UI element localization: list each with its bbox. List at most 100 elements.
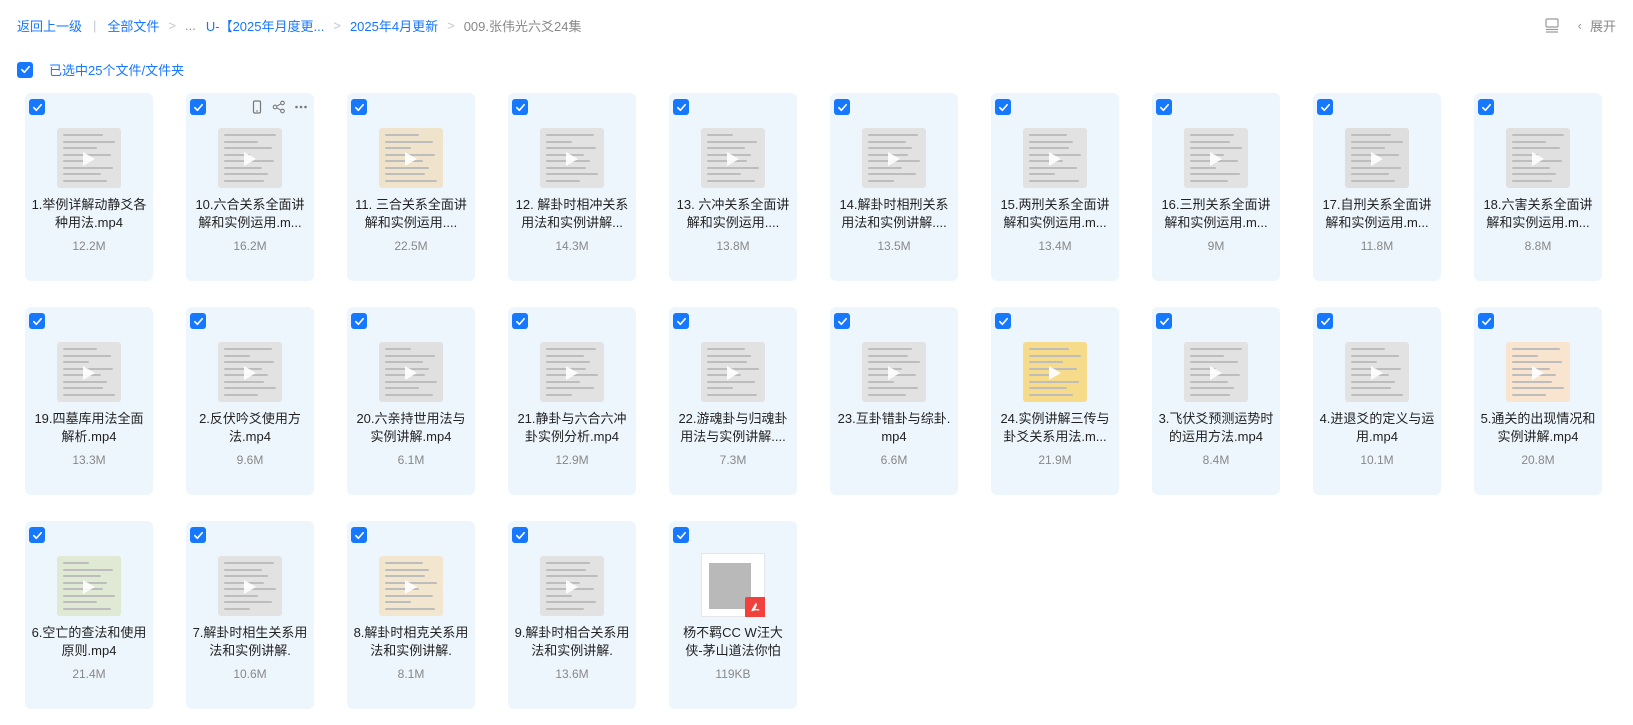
file-checkbox[interactable] — [190, 99, 206, 115]
back-link[interactable]: 返回上一级 — [17, 16, 82, 35]
play-icon — [1210, 366, 1222, 380]
file-checkbox[interactable] — [29, 527, 45, 543]
view-mode-icon[interactable] — [1544, 17, 1560, 33]
file-tile[interactable]: 14.解卦时相刑关系用法和实例讲解.... 13.5M — [830, 93, 958, 281]
file-tile[interactable]: 5.通关的出现情况和实例讲解.mp4 20.8M — [1474, 307, 1602, 495]
breadcrumb-ellipsis[interactable]: ... — [185, 18, 196, 33]
file-size: 22.5M — [394, 239, 428, 253]
file-tile[interactable]: 6.空亡的查法和使用原则.mp4 21.4M — [25, 521, 153, 709]
file-checkbox[interactable] — [1156, 99, 1172, 115]
file-tile[interactable]: 20.六亲持世用法与实例讲解.mp4 6.1M — [347, 307, 475, 495]
breadcrumb-current: 009.张伟光六爻24集 — [463, 18, 582, 34]
video-thumbnail — [1023, 128, 1087, 188]
file-name[interactable]: 21.静卦与六合六冲卦实例分析.mp4 — [514, 410, 630, 446]
play-icon — [1532, 152, 1544, 166]
video-thumbnail — [218, 128, 282, 188]
file-checkbox[interactable] — [834, 313, 850, 329]
file-checkbox[interactable] — [1317, 99, 1333, 115]
file-name[interactable]: 12. 解卦时相冲关系用法和实例讲解... — [514, 196, 630, 232]
play-icon — [1049, 152, 1061, 166]
file-name[interactable]: 18.六害关系全面讲解和实例运用.m... — [1480, 196, 1596, 232]
share-icon[interactable] — [272, 100, 286, 114]
file-tile[interactable]: 10.六合关系全面讲解和实例运用.m... 16.2M — [186, 93, 314, 281]
file-tile[interactable]: 杨不羁CC W汪大侠-茅山道法你怕 119KB — [669, 521, 797, 709]
file-tile[interactable]: 24.实例讲解三传与卦爻关系用法.m... 21.9M — [991, 307, 1119, 495]
file-tile[interactable]: 4.进退爻的定义与运用.mp4 10.1M — [1313, 307, 1441, 495]
phone-icon[interactable] — [250, 100, 264, 114]
file-tile[interactable]: 16.三刑关系全面讲解和实例运用.m... 9M — [1152, 93, 1280, 281]
file-checkbox[interactable] — [834, 99, 850, 115]
breadcrumb-all-files[interactable]: 全部文件 — [107, 16, 159, 35]
more-icon[interactable] — [294, 100, 308, 114]
video-thumbnail — [862, 128, 926, 188]
play-icon — [405, 580, 417, 594]
file-name[interactable]: 19.四墓库用法全面解析.mp4 — [31, 410, 147, 446]
file-tile[interactable]: 9.解卦时相合关系用法和实例讲解. 13.6M — [508, 521, 636, 709]
file-checkbox[interactable] — [29, 313, 45, 329]
breadcrumb-folder-1[interactable]: U-【2025年月度更... — [206, 16, 324, 35]
file-tile[interactable]: 8.解卦时相克关系用法和实例讲解. 8.1M — [347, 521, 475, 709]
file-checkbox[interactable] — [1317, 313, 1333, 329]
file-name[interactable]: 14.解卦时相刑关系用法和实例讲解.... — [836, 196, 952, 232]
file-name[interactable]: 7.解卦时相生关系用法和实例讲解. — [192, 624, 308, 660]
file-name[interactable]: 2.反伏吟爻使用方法.mp4 — [192, 410, 308, 446]
file-name[interactable]: 杨不羁CC W汪大侠-茅山道法你怕 — [675, 624, 791, 660]
file-name[interactable]: 8.解卦时相克关系用法和实例讲解. — [353, 624, 469, 660]
file-tile[interactable]: 7.解卦时相生关系用法和实例讲解. 10.6M — [186, 521, 314, 709]
chevron-left-icon[interactable]: ‹ — [1578, 18, 1582, 33]
file-tile[interactable]: 13. 六冲关系全面讲解和实例运用.... 13.8M — [669, 93, 797, 281]
file-checkbox[interactable] — [1478, 99, 1494, 115]
file-name[interactable]: 15.两刑关系全面讲解和实例运用.m... — [997, 196, 1113, 232]
file-tile[interactable]: 21.静卦与六合六冲卦实例分析.mp4 12.9M — [508, 307, 636, 495]
file-name[interactable]: 23.互卦错卦与综卦.mp4 — [836, 410, 952, 446]
breadcrumb-divider: | — [93, 17, 97, 33]
file-name[interactable]: 22.游魂卦与归魂卦用法与实例讲解.... — [675, 410, 791, 446]
file-tile[interactable]: 23.互卦错卦与综卦.mp4 6.6M — [830, 307, 958, 495]
breadcrumb-folder-2[interactable]: 2025年4月更新 — [350, 16, 438, 35]
file-name[interactable]: 17.自刑关系全面讲解和实例运用.m... — [1319, 196, 1435, 232]
file-checkbox[interactable] — [1478, 313, 1494, 329]
file-checkbox[interactable] — [351, 99, 367, 115]
file-name[interactable]: 16.三刑关系全面讲解和实例运用.m... — [1158, 196, 1274, 232]
file-checkbox[interactable] — [351, 527, 367, 543]
select-all-checkbox[interactable] — [17, 61, 33, 78]
file-checkbox[interactable] — [190, 527, 206, 543]
file-checkbox[interactable] — [673, 313, 689, 329]
file-tile[interactable]: 1.举例详解动静爻各种用法.mp4 12.2M — [25, 93, 153, 281]
file-checkbox[interactable] — [190, 313, 206, 329]
file-checkbox[interactable] — [512, 527, 528, 543]
file-tile[interactable]: 2.反伏吟爻使用方法.mp4 9.6M — [186, 307, 314, 495]
file-checkbox[interactable] — [673, 99, 689, 115]
file-tile[interactable]: 17.自刑关系全面讲解和实例运用.m... 11.8M — [1313, 93, 1441, 281]
file-name[interactable]: 13. 六冲关系全面讲解和实例运用.... — [675, 196, 791, 232]
file-size: 13.4M — [1038, 239, 1072, 253]
file-name[interactable]: 4.进退爻的定义与运用.mp4 — [1319, 410, 1435, 446]
file-name[interactable]: 3.飞伏爻预测运势时的运用方法.mp4 — [1158, 410, 1274, 446]
file-checkbox[interactable] — [512, 313, 528, 329]
file-name[interactable]: 6.空亡的查法和使用原则.mp4 — [31, 624, 147, 660]
file-tile[interactable]: 22.游魂卦与归魂卦用法与实例讲解.... 7.3M — [669, 307, 797, 495]
file-name[interactable]: 11. 三合关系全面讲解和实例运用.... — [353, 196, 469, 232]
file-checkbox[interactable] — [673, 527, 689, 543]
file-tile[interactable]: 12. 解卦时相冲关系用法和实例讲解... 14.3M — [508, 93, 636, 281]
file-tile[interactable]: 11. 三合关系全面讲解和实例运用.... 22.5M — [347, 93, 475, 281]
file-tile[interactable]: 18.六害关系全面讲解和实例运用.m... 8.8M — [1474, 93, 1602, 281]
file-name[interactable]: 20.六亲持世用法与实例讲解.mp4 — [353, 410, 469, 446]
file-tile[interactable]: 3.飞伏爻预测运势时的运用方法.mp4 8.4M — [1152, 307, 1280, 495]
file-name[interactable]: 9.解卦时相合关系用法和实例讲解. — [514, 624, 630, 660]
file-name[interactable]: 24.实例讲解三传与卦爻关系用法.m... — [997, 410, 1113, 446]
file-tile[interactable]: 19.四墓库用法全面解析.mp4 13.3M — [25, 307, 153, 495]
file-checkbox[interactable] — [995, 313, 1011, 329]
file-tile[interactable]: 15.两刑关系全面讲解和实例运用.m... 13.4M — [991, 93, 1119, 281]
file-checkbox[interactable] — [351, 313, 367, 329]
file-name[interactable]: 1.举例详解动静爻各种用法.mp4 — [31, 196, 147, 232]
file-name[interactable]: 10.六合关系全面讲解和实例运用.m... — [192, 196, 308, 232]
file-checkbox[interactable] — [512, 99, 528, 115]
video-thumbnail — [1023, 342, 1087, 402]
file-checkbox[interactable] — [995, 99, 1011, 115]
file-checkbox[interactable] — [29, 99, 45, 115]
file-name[interactable]: 5.通关的出现情况和实例讲解.mp4 — [1480, 410, 1596, 446]
expand-button[interactable]: 展开 — [1590, 16, 1616, 35]
file-size: 10.1M — [1360, 453, 1394, 467]
file-checkbox[interactable] — [1156, 313, 1172, 329]
